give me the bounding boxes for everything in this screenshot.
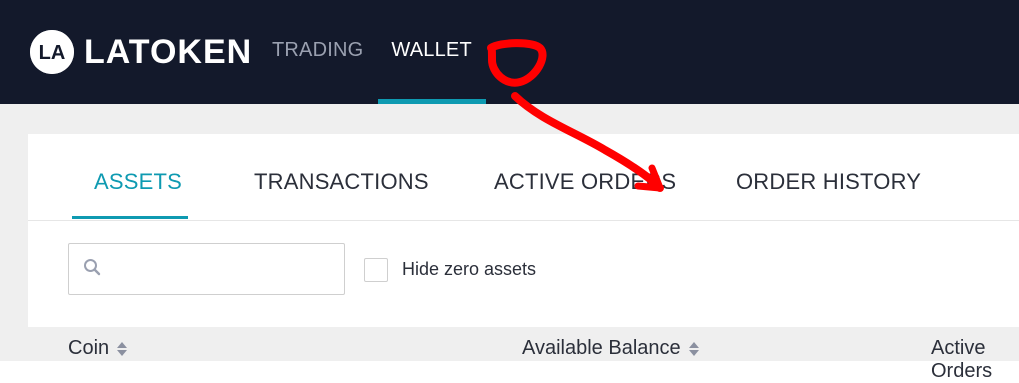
nav-wallet[interactable]: WALLET [391, 40, 471, 88]
column-active-orders[interactable]: Active Orders [931, 337, 1019, 383]
brand-name: LATOKEN [84, 33, 253, 71]
search-icon [83, 258, 101, 281]
sort-icon[interactable] [688, 341, 699, 357]
nav-trading[interactable]: TRADING [272, 40, 363, 88]
hide-zero-assets-checkbox[interactable] [364, 258, 388, 282]
tab-active-underline [72, 216, 188, 219]
brand[interactable]: LA LATOKEN [30, 28, 252, 76]
column-coin[interactable]: Coin [68, 337, 128, 360]
tab-assets[interactable]: ASSETS [94, 169, 182, 195]
tab-transactions[interactable]: TRANSACTIONS [254, 169, 429, 195]
column-coin-label: Coin [68, 337, 110, 359]
tab-active-orders[interactable]: ACTIVE ORDERS [494, 169, 676, 195]
svg-text:LA: LA [39, 42, 66, 64]
search-input[interactable] [111, 252, 335, 286]
tab-order-history[interactable]: ORDER HISTORY [736, 169, 921, 195]
hide-zero-assets-label[interactable]: Hide zero assets [402, 259, 536, 280]
column-available-balance[interactable]: Available Balance [522, 337, 699, 360]
latoken-logo-icon: LA [30, 30, 74, 74]
main-nav: TRADING WALLET [272, 40, 472, 88]
column-active-orders-label: Active Orders [931, 337, 993, 382]
column-available-balance-label: Available Balance [522, 337, 681, 359]
sort-icon[interactable] [117, 341, 128, 357]
wallet-tabs: ASSETS TRANSACTIONS ACTIVE ORDERS ORDER … [28, 134, 1019, 221]
asset-search [68, 243, 345, 295]
